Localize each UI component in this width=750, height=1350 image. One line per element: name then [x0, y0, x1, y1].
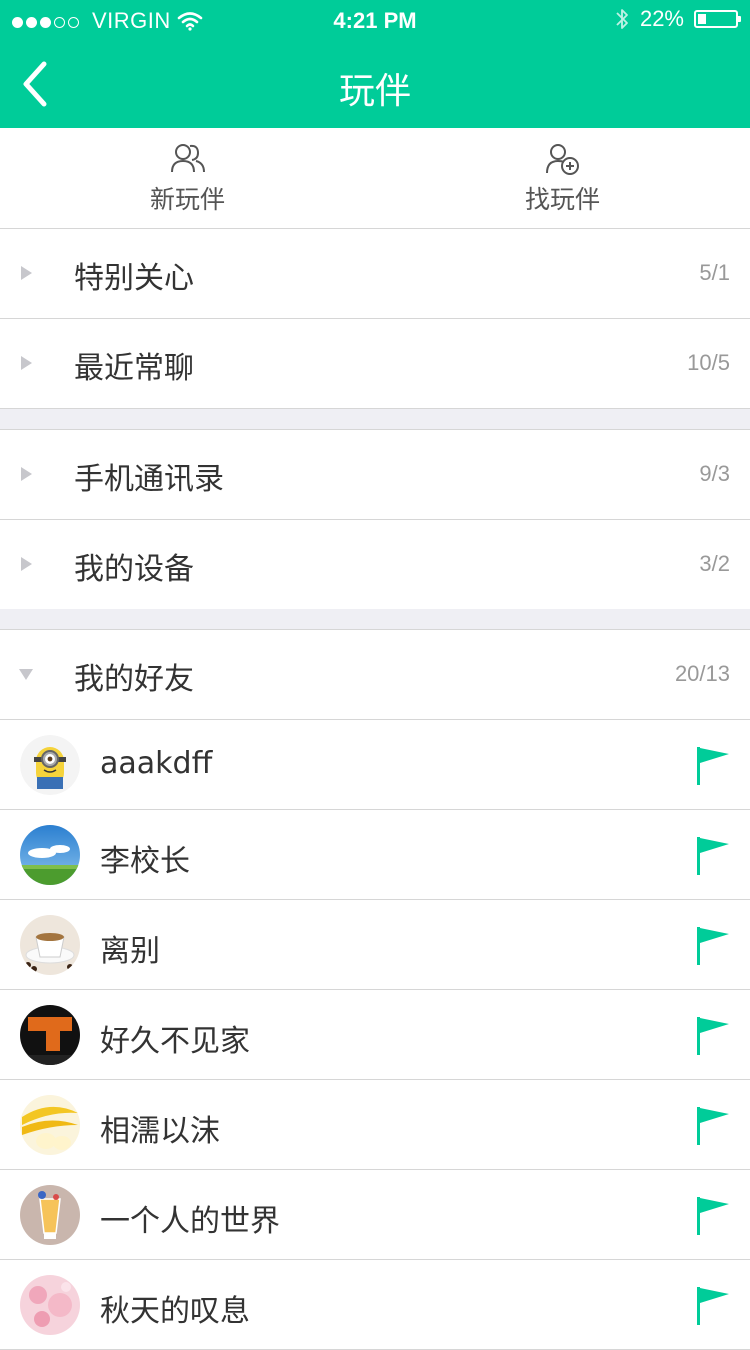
- friend-name: aaakdff: [100, 746, 213, 781]
- pink-flower-avatar: [20, 1275, 80, 1335]
- group-count: 10/5: [687, 350, 730, 375]
- friend-row[interactable]: 离别: [0, 900, 750, 990]
- friend-name: 李校长: [100, 844, 190, 879]
- group-count: 5/1: [699, 260, 730, 285]
- group-recent-chats[interactable]: 最近常聊 10/5: [0, 319, 750, 409]
- flag-icon[interactable]: [696, 926, 730, 966]
- battery-icon: [694, 10, 741, 28]
- flag-icon[interactable]: [696, 1016, 730, 1056]
- group-label: 我的设备: [74, 552, 194, 587]
- flag-icon[interactable]: [696, 1196, 730, 1236]
- group-label: 最近常聊: [74, 351, 194, 386]
- friend-name: 秋天的叹息: [100, 1294, 250, 1329]
- triangle-down-icon: [19, 669, 33, 680]
- tab-new-partner[interactable]: 新玩伴: [0, 128, 375, 228]
- status-bar: VIRGIN 4:21 PM 22%: [0, 0, 750, 40]
- friend-name: 离别: [100, 934, 160, 969]
- group-label: 我的好友: [74, 662, 194, 697]
- flag-icon[interactable]: [696, 836, 730, 876]
- section-divider: [0, 609, 750, 630]
- group-count: 20/13: [674, 661, 730, 686]
- group-count: 9/3: [699, 461, 730, 486]
- flag-icon[interactable]: [696, 1106, 730, 1146]
- group-label: 特别关心: [74, 261, 194, 296]
- tab-find-partner-label: 找玩伴: [524, 185, 600, 214]
- friend-row[interactable]: 秋天的叹息: [0, 1260, 750, 1350]
- triangle-right-icon: [21, 356, 32, 370]
- triangle-right-icon: [21, 467, 32, 481]
- friend-name: 好久不见家: [100, 1024, 250, 1059]
- add-user-icon: [545, 144, 579, 175]
- battery-percent: 22%: [639, 6, 684, 31]
- coffee-cup-avatar: [20, 915, 80, 975]
- nav-bar: 玩伴: [0, 40, 750, 128]
- triangle-right-icon: [21, 266, 32, 280]
- section-divider: [0, 409, 750, 430]
- group-my-devices[interactable]: 我的设备 3/2: [0, 520, 750, 610]
- tab-new-partner-label: 新玩伴: [149, 185, 225, 214]
- friend-row[interactable]: 相濡以沫: [0, 1080, 750, 1170]
- friend-row[interactable]: aaakdff: [0, 720, 750, 810]
- group-phone-contacts[interactable]: 手机通讯录 9/3: [0, 430, 750, 520]
- group-label: 手机通讯录: [74, 462, 224, 497]
- flag-icon[interactable]: [696, 746, 730, 786]
- triangle-right-icon: [21, 557, 32, 571]
- bluetooth-icon: [616, 9, 628, 29]
- page-title: 玩伴: [338, 71, 411, 112]
- banana-avatar: [20, 1095, 80, 1155]
- orange-logo-avatar: [20, 1005, 80, 1065]
- tab-find-partner[interactable]: 找玩伴: [375, 128, 750, 228]
- friend-row[interactable]: 一个人的世界: [0, 1170, 750, 1260]
- group-count: 3/2: [699, 551, 730, 576]
- top-tabs: 新玩伴 找玩伴: [0, 128, 750, 229]
- friend-name: 一个人的世界: [100, 1204, 280, 1239]
- friend-row[interactable]: 好久不见家: [0, 990, 750, 1080]
- group-my-friends[interactable]: 我的好友 20/13: [0, 630, 750, 720]
- friend-name: 相濡以沫: [100, 1114, 220, 1149]
- users-icon: [170, 144, 205, 173]
- sky-field-avatar: [20, 825, 80, 885]
- drink-glass-avatar: [20, 1185, 80, 1245]
- flag-icon[interactable]: [696, 1286, 730, 1326]
- friend-row[interactable]: 李校长: [0, 810, 750, 900]
- status-right: 22%: [614, 6, 741, 32]
- minion-avatar: [20, 735, 80, 795]
- group-special-care[interactable]: 特别关心 5/1: [0, 229, 750, 319]
